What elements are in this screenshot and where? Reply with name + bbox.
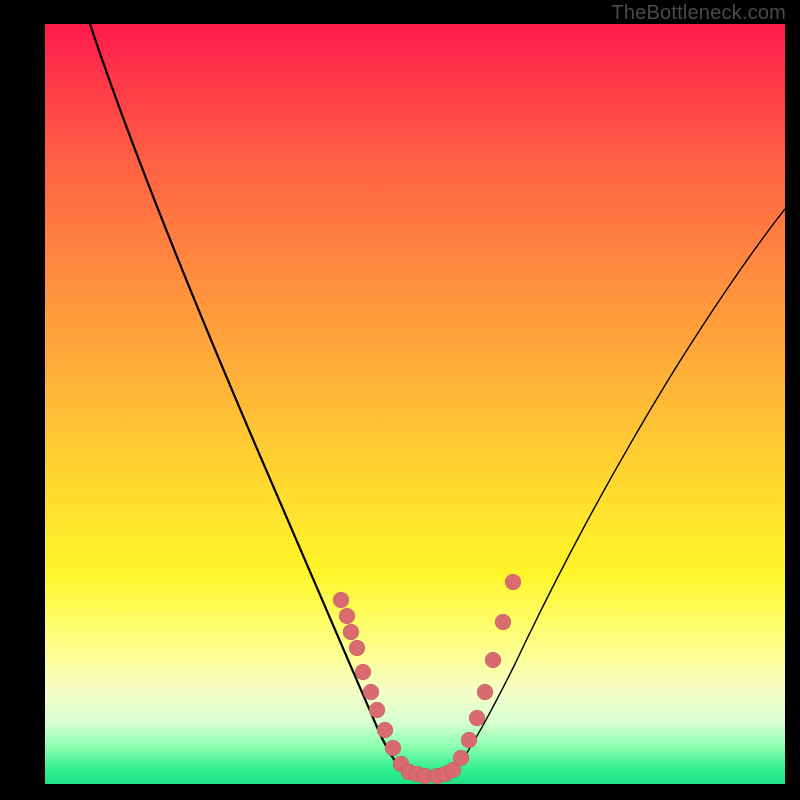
watermark-text: TheBottleneck.com	[611, 2, 786, 25]
plot-area	[45, 24, 785, 784]
curve-layer	[45, 24, 785, 784]
left-dot-cluster	[333, 592, 433, 784]
right-curve	[453, 209, 785, 772]
chart-frame: TheBottleneck.com	[0, 0, 800, 800]
left-curve	[90, 24, 405, 772]
